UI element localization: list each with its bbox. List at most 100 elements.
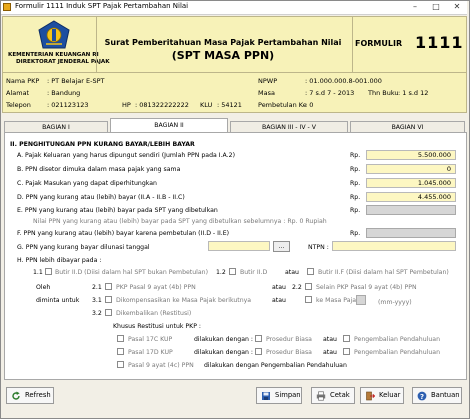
nama-pkp-value: : PT Belajar E-SPT (47, 77, 105, 85)
h-2-2-number: 2.2 (292, 284, 302, 291)
org-line-1: KEMENTERIAN KEUANGAN RI (8, 52, 99, 58)
h-2-1-checkbox[interactable] (105, 283, 112, 290)
khusus-restitusi-label: Khusus Restitusi untuk PKP : (113, 323, 202, 330)
prosedur-biasa-2-label: Prosedur Biasa (266, 349, 312, 356)
alamat-label: Alamat (6, 89, 30, 97)
header-divider (352, 16, 353, 73)
thn-buku-value: : 1 s.d 12 (398, 89, 429, 97)
row-d-field[interactable]: 4.455.000 (366, 192, 456, 202)
pasal-17c-checkbox[interactable] (117, 335, 124, 342)
diminta-label: diminta untuk (36, 297, 80, 304)
npwp-label: NPWP (258, 77, 278, 85)
npwp-value: : 01.000.000.8-001.000 (305, 77, 382, 85)
pembetulan-label: Pembetulan Ke (258, 101, 307, 109)
row-f-label: F. PPN yang kurang atau (lebih) bayar ka… (17, 230, 230, 237)
dilakukan-2: dilakukan dengan : (194, 349, 253, 356)
refresh-label: Refresh (25, 391, 51, 399)
mm-yyyy-hint: (mm-yyyy) (378, 299, 412, 306)
oleh-label: Oleh (36, 284, 51, 291)
h-1-2-checkbox[interactable] (229, 268, 236, 275)
telepon-label: Telepon (6, 101, 31, 109)
h-3-2-checkbox[interactable] (105, 309, 112, 316)
cetak-label: Cetak (330, 391, 350, 399)
row-c-label: C. Pajak Masukan yang dapat diperhitungk… (17, 180, 157, 187)
svg-text:?: ? (420, 393, 424, 401)
tab-bagian-2[interactable]: BAGIAN II (110, 118, 228, 133)
h-1-2-number: 1.2 (216, 269, 226, 276)
formulir-label: FORMULIR (355, 39, 403, 48)
row-b-rp: Rp. (350, 166, 361, 173)
atau-4: atau (323, 336, 337, 343)
pengembalian-1-checkbox[interactable] (343, 335, 350, 342)
app-icon (3, 3, 11, 11)
tab-strip: BAGIAN I BAGIAN II BAGIAN III - IV - V B… (4, 118, 467, 133)
row-e-note: Nilai PPN yang kurang atau (lebih) bayar… (33, 218, 327, 225)
row-d-label: D. PPN yang kurang atau (lebih) bayar (I… (17, 194, 185, 201)
row-d-rp: Rp. (350, 194, 361, 201)
thn-buku-label: Thn Buku (368, 89, 399, 97)
minimize-button[interactable]: – (404, 1, 426, 13)
pengembalian-2-checkbox[interactable] (343, 348, 350, 355)
hp-value: : 081322222222 (135, 101, 189, 109)
atau-2: atau (272, 284, 286, 291)
h-2-1-number: 2.1 (92, 284, 102, 291)
atau-5: atau (323, 349, 337, 356)
h-2-2-label: Selain PKP Pasal 9 ayat (4b) PPN (316, 284, 417, 291)
form-subtitle: (SPT MASA PPN) (171, 49, 275, 62)
prosedur-biasa-2-checkbox[interactable] (255, 348, 262, 355)
keluar-button[interactable]: Keluar (360, 387, 404, 404)
row-e-field (366, 205, 456, 215)
pasal-17d-checkbox[interactable] (117, 348, 124, 355)
h-3-1-checkbox[interactable] (105, 296, 112, 303)
row-a-field[interactable]: 5.500.000 (366, 150, 456, 160)
help-icon: ? (417, 391, 427, 401)
prosedur-biasa-1-checkbox[interactable] (255, 335, 262, 342)
h-2-2-checkbox[interactable] (305, 283, 312, 290)
h-3-1-number: 3.1 (92, 297, 102, 304)
atau-3: atau (272, 297, 286, 304)
h-2-1-label: PKP Pasal 9 ayat (4b) PPN (116, 284, 196, 291)
h-1-3-label: Butir II.F (Diisi dalam hal SPT Pembetul… (318, 269, 449, 276)
h-1-1-checkbox[interactable] (45, 268, 52, 275)
h-3-1-label: Dikompensasikan ke Masa Pajak berikutnya (116, 297, 252, 304)
row-a-label: A. Pajak Keluaran yang harus dipungut se… (17, 152, 235, 159)
cetak-button[interactable]: Cetak (311, 387, 355, 404)
pasal-17c-label: Pasal 17C KUP (128, 336, 173, 343)
h-3-2-label: Dikembalikan (Restitusi) (116, 310, 192, 317)
simpan-label: Simpan (275, 391, 301, 399)
row-c-rp: Rp. (350, 180, 361, 187)
pengembalian-2-label: Pengembalian Pendahuluan (354, 349, 440, 356)
h-1-3-checkbox[interactable] (307, 268, 314, 275)
bantuan-button[interactable]: ? Bantuan (412, 387, 462, 404)
h-1-1-number: 1.1 (33, 269, 43, 276)
h-1-1-label: Butir II.D (Diisi dalam hal SPT bukan Pe… (55, 269, 209, 276)
formulir-number: 1111 (415, 33, 464, 52)
pasal-17d-label: Pasal 17D KUP (128, 349, 173, 356)
simpan-button[interactable]: Simpan (256, 387, 302, 404)
tanggal-field[interactable] (208, 241, 270, 251)
ke-masa-checkbox[interactable] (305, 296, 312, 303)
refresh-button[interactable]: Refresh (6, 387, 54, 404)
row-c-field[interactable]: 1.045.000 (366, 178, 456, 188)
row-f-field (366, 228, 456, 238)
h-3-2-number: 3.2 (92, 310, 102, 317)
keluar-label: Keluar (379, 391, 401, 399)
row-f-rp: Rp. (350, 230, 361, 237)
close-button[interactable]: ✕ (446, 1, 468, 13)
date-picker-button[interactable]: ... (273, 241, 290, 252)
ke-masa-label: ke Masa Pajak (316, 297, 360, 304)
pasal-9-checkbox[interactable] (117, 361, 124, 368)
row-a-rp: Rp. (350, 152, 361, 159)
klu-label: KLU (200, 101, 213, 109)
row-g-label: G. PPN yang kurang bayar dilunasi tangga… (17, 244, 150, 251)
masa-value: : 7 s.d 7 - 2013 (305, 89, 355, 97)
form-title: Surat Pemberitahuan Masa Pajak Pertambah… (104, 38, 342, 47)
row-b-field[interactable]: 0 (366, 164, 456, 174)
pasal-9-tail: dilakukan dengan Pengembalian Pendahulua… (204, 362, 347, 369)
dilakukan-1: dilakukan dengan : (194, 336, 253, 343)
ministry-logo-icon (38, 20, 70, 49)
print-icon (316, 391, 326, 401)
nama-pkp-label: Nama PKP (6, 77, 40, 85)
ntpn-field[interactable] (332, 241, 456, 251)
maximize-button[interactable]: □ (425, 1, 447, 13)
